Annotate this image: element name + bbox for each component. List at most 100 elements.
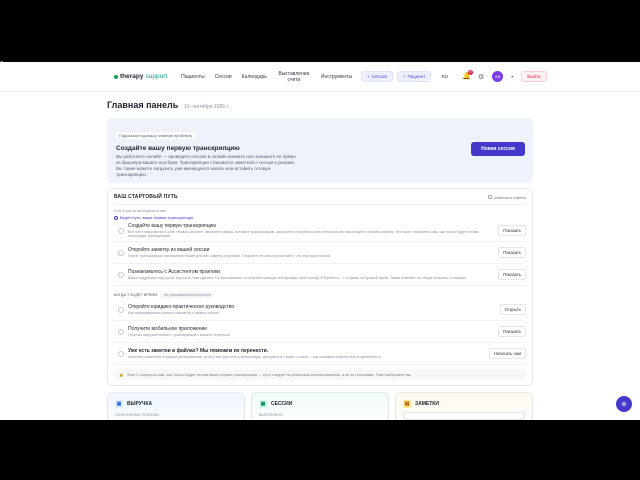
starting-path-header: ВАШ СТАРТОВЫЙ ПУТЬ Изменить ответы — [114, 194, 526, 205]
app-window: therapy support Пациенты Сессии Календар… — [0, 62, 640, 420]
step-title: Получите мобильное приложение — [128, 325, 208, 332]
first-transcription-banner: Подсказка под вашу главную проблему Созд… — [107, 118, 533, 183]
new-session-pill-button[interactable]: + Сессия — [361, 71, 393, 82]
logo[interactable]: therapy support — [114, 73, 167, 80]
notes-title: ЗАМЕТКИ — [415, 401, 439, 407]
show-button[interactable]: Показать — [498, 269, 526, 280]
screen-letterbox-top — [0, 0, 640, 62]
list-item: Откройте юридико-практическое руководств… — [114, 299, 526, 321]
lock-icon: 🔒 — [119, 373, 124, 377]
logo-light: support — [145, 73, 168, 80]
step-body: Откройте заметку из вашей сессии После т… — [128, 247, 493, 259]
step-desc: Как информировать вашего пациента о запи… — [128, 310, 219, 315]
banner-title: Создайте вашу первую транскрипцию — [116, 145, 240, 152]
show-button[interactable]: Показать — [498, 326, 526, 337]
notifications-bell-icon[interactable]: 🔔 6 — [462, 69, 473, 81]
show-button[interactable]: Показать — [498, 225, 526, 236]
step-desc: Все пути начинаются в окне «Новая сессия… — [128, 229, 479, 239]
revenue-title: ВЫРУЧКА — [127, 401, 153, 407]
step-body: Получите мобильное приложение Простая за… — [128, 326, 493, 338]
list-item: Познакомьтесь с Ассистентом практики Ваш… — [114, 264, 526, 286]
not-counted-tag: не учитывается в прогрессе — [161, 292, 214, 298]
nav-item-sessions[interactable]: Сессии — [215, 74, 232, 80]
step-checkbox[interactable] — [118, 227, 124, 234]
circle-icon — [114, 215, 118, 220]
step-title: Познакомьтесь с Ассистентом практики — [128, 268, 221, 275]
list-item: Создайте вашу первую транскрипцию Все пу… — [114, 220, 526, 242]
logout-button[interactable]: Выйти — [521, 71, 547, 82]
notes-card-header: ▤ ЗАМЕТКИ — [403, 400, 525, 408]
sessions-title: СЕССИИ — [271, 401, 293, 407]
summary-cards: ▣ ВЫРУЧКА ПОЛУЧЕННЫЕ ПЛАТЕЖИ ▦ СЕССИИ ВЫ… — [107, 392, 533, 420]
step-body: Откройте юридико-практическое руководств… — [128, 304, 495, 316]
language-switch[interactable]: RU — [441, 74, 448, 79]
top-header: therapy support Пациенты Сессии Календар… — [0, 62, 640, 92]
revenue-card-header: ▣ ВЫРУЧКА — [115, 400, 237, 408]
page-date: 16 сентября 2026 г. — [184, 104, 230, 110]
header-icons: 🔔 6 ⚙ AB ▾ Выйти — [462, 69, 547, 82]
header-actions: + Сессия + Пациент RU — [361, 71, 448, 82]
screen-letterbox-bottom — [0, 420, 640, 480]
open-button[interactable]: Открыть — [499, 304, 526, 315]
revenue-subtitle: ПОЛУЧЕННЫЕ ПЛАТЕЖИ — [115, 413, 160, 417]
new-patient-pill-button[interactable]: + Пациент — [396, 71, 432, 82]
logo-dot-icon — [114, 74, 118, 79]
list-item: Получите мобильное приложение Простая за… — [114, 321, 526, 343]
step-desc: Короткое заявление в вашем распоряжении,… — [128, 354, 382, 359]
step-checkbox[interactable] — [118, 328, 124, 335]
change-answers-button[interactable]: Изменить ответы — [487, 195, 526, 200]
current-path-text: Ведёт путь: ваша первая транскрипция — [120, 215, 194, 220]
step-body: Познакомьтесь с Ассистентом практики Ваш… — [128, 269, 493, 281]
plus-icon: + — [402, 74, 406, 79]
show-button[interactable]: Показать — [498, 247, 526, 258]
step-desc: Ваша поддержка под рукой: спросите «как … — [128, 275, 467, 280]
session-pill-label: Сессия — [371, 74, 387, 79]
step-checkbox[interactable] — [118, 249, 124, 256]
banner-tag: Подсказка под вашу главную проблему — [116, 132, 196, 139]
step-body: Уже есть заметки в файлах? Мы поможем их… — [128, 348, 484, 360]
step-title: Откройте заметку из вашей сессии — [128, 246, 210, 253]
starting-path-panel: ВАШ СТАРТОВЫЙ ПУТЬ Изменить ответы 0 из … — [107, 188, 533, 386]
dashboard-content: Главная панель 16 сентября 2026 г. Подск… — [107, 100, 533, 386]
note-icon: ▤ — [403, 400, 411, 408]
step-checkbox[interactable] — [118, 350, 124, 357]
nav-item-billing[interactable]: Выставление счета — [277, 71, 311, 83]
nav-item-calendar[interactable]: Календарь — [242, 74, 267, 80]
patient-pill-label: Пациент — [407, 74, 426, 79]
step-title: Создайте вашу первую транскрипцию — [128, 222, 217, 229]
contact-us-button[interactable]: Написать нам — [488, 348, 526, 359]
sessions-card[interactable]: ▦ СЕССИИ ВЫПОЛНЕНО — [251, 392, 389, 420]
banner-text: Вы работаете онлайн — проведите сессию в… — [116, 154, 296, 177]
step-checkbox[interactable] — [118, 271, 124, 278]
nav-item-patients[interactable]: Пациенты — [181, 74, 204, 80]
nav-item-tools[interactable]: Инструменты — [321, 74, 352, 80]
user-avatar[interactable]: AB — [492, 71, 504, 82]
main-nav: Пациенты Сессии Календарь Выставление сч… — [181, 71, 352, 83]
step-checkbox[interactable] — [118, 306, 124, 313]
calendar-icon: ▦ — [259, 400, 267, 408]
checkbox-icon — [487, 195, 492, 199]
progress-text: 0 из 3 шагов на первом этапе — [114, 209, 167, 213]
chevron-down-icon[interactable]: ▾ — [511, 74, 513, 79]
plus-icon: + — [367, 74, 370, 79]
step-desc: Простая загрузка сессии и транскрипция с… — [128, 332, 230, 337]
notification-count-badge: 6 — [467, 69, 473, 75]
revenue-card[interactable]: ▣ ВЫРУЧКА ПОЛУЧЕННЫЕ ПЛАТЕЖИ — [107, 392, 245, 420]
wallet-icon: ▣ — [115, 400, 123, 408]
stage-note-text: Этап 2 откроется сам, как только будет г… — [126, 372, 412, 377]
notes-card[interactable]: ▤ ЗАМЕТКИ — [395, 392, 533, 420]
settings-gear-icon[interactable]: ⚙ — [478, 73, 484, 81]
step-desc: После транскрипции приложение пишет для … — [128, 253, 331, 258]
sparkle-icon: ✳ — [620, 399, 628, 409]
assistant-fab-button[interactable]: ✳ — [616, 396, 632, 412]
list-item: Уже есть заметки в файлах? Мы поможем их… — [114, 343, 526, 365]
sessions-subtitle: ВЫПОЛНЕНО — [259, 413, 283, 417]
starting-path-title: ВАШ СТАРТОВЫЙ ПУТЬ — [114, 194, 178, 200]
notes-input[interactable] — [403, 412, 525, 420]
when-label: КОГДА У БУДЕТ ВРЕМЯ — [114, 293, 158, 297]
step-title: Откройте юридико-практическое руководств… — [128, 303, 235, 310]
page-title: Главная панель — [107, 100, 179, 110]
title-row: Главная панель 16 сентября 2026 г. — [107, 100, 533, 110]
list-item: Откройте заметку из вашей сессии После т… — [114, 242, 526, 264]
new-session-button[interactable]: Новая сессия — [471, 142, 525, 156]
